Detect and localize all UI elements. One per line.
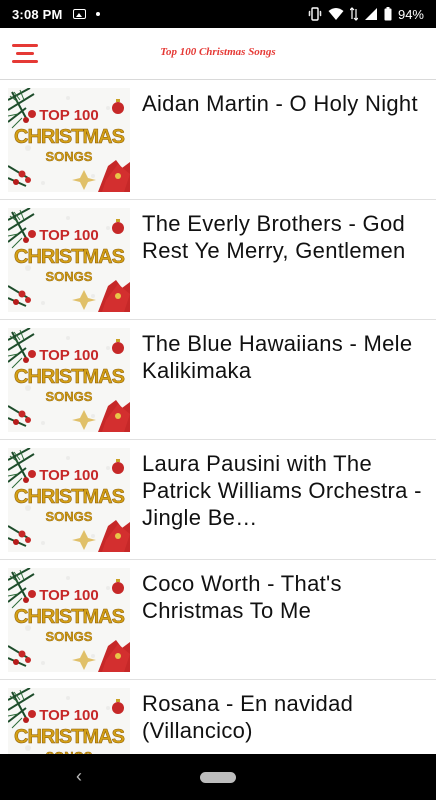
album-thumbnail: TOP 100 CHRISTMAS SONGS [8,328,130,432]
svg-text:CHRISTMAS: CHRISTMAS [14,126,125,148]
signal-icon [364,8,377,20]
app-bar: Top 100 Christmas Songs [0,28,436,80]
svg-text:CHRISTMAS: CHRISTMAS [14,366,125,388]
status-right: 94% [308,7,424,22]
svg-text:TOP 100: TOP 100 [39,107,99,124]
song-title: Aidan Martin - O Holy Night [142,91,418,116]
dot-icon [95,12,100,16]
back-chevron-icon[interactable]: ‹ [76,766,82,787]
svg-text:TOP 100: TOP 100 [39,227,99,244]
song-list-item[interactable]: TOP 100 CHRISTMAS SONGS Coco Worth - Tha… [0,560,436,680]
song-title: Rosana - En navidad (Villancico) [142,691,354,743]
song-list-item[interactable]: TOP 100 CHRISTMAS SONGS Laura Pausini wi… [0,440,436,560]
app-title: Top 100 Christmas Songs [160,46,276,58]
svg-text:TOP 100: TOP 100 [39,467,99,484]
svg-text:CHRISTMAS: CHRISTMAS [14,606,125,628]
svg-text:SONGS: SONGS [46,509,93,524]
battery-percent: 94% [397,6,424,22]
album-thumbnail: TOP 100 CHRISTMAS SONGS [8,568,130,672]
svg-text:SONGS: SONGS [46,269,93,284]
home-pill-icon[interactable] [200,772,236,783]
navigation-bar: ‹ [0,754,436,800]
svg-text:CHRISTMAS: CHRISTMAS [14,726,125,748]
svg-text:CHRISTMAS: CHRISTMAS [14,246,125,268]
svg-text:SONGS: SONGS [46,389,93,404]
song-title: Coco Worth - That's Christmas To Me [142,571,342,623]
data-arrows-icon [349,7,358,21]
song-list[interactable]: TOP 100 CHRISTMAS SONGS Aidan Martin - O… [0,80,436,754]
svg-text:TOP 100: TOP 100 [39,587,99,604]
svg-text:SONGS: SONGS [46,629,93,644]
status-time: 3:08 PM [12,6,63,22]
song-list-item[interactable]: TOP 100 CHRISTMAS SONGS The Everly Broth… [0,200,436,320]
svg-text:TOP 100: TOP 100 [39,347,99,364]
vibrate-icon [308,7,322,21]
svg-text:TOP 100: TOP 100 [39,707,99,724]
photo-icon [72,9,86,19]
wifi-icon [328,8,344,20]
svg-text:CHRISTMAS: CHRISTMAS [14,486,125,508]
status-left: 3:08 PM [12,7,100,22]
album-thumbnail: TOP 100 CHRISTMAS SONGS [8,448,130,552]
song-list-item[interactable]: TOP 100 CHRISTMAS SONGS The Blue Hawaiia… [0,320,436,440]
song-title: Laura Pausini with The Patrick Williams … [142,451,422,530]
song-title: The Everly Brothers - God Rest Ye Merry,… [142,211,406,263]
status-bar: 3:08 PM 94% [0,0,436,28]
battery-icon [384,7,392,21]
song-list-item[interactable]: TOP 100 CHRISTMAS SONGS Rosana - En navi… [0,680,436,754]
song-list-item[interactable]: TOP 100 CHRISTMAS SONGS Aidan Martin - O… [0,80,436,200]
album-thumbnail: TOP 100 CHRISTMAS SONGS [8,88,130,192]
song-title: The Blue Hawaiians - Mele Kalikimaka [142,331,413,383]
album-thumbnail: TOP 100 CHRISTMAS SONGS [8,208,130,312]
album-thumbnail: TOP 100 CHRISTMAS SONGS [8,688,130,754]
svg-text:SONGS: SONGS [46,149,93,164]
